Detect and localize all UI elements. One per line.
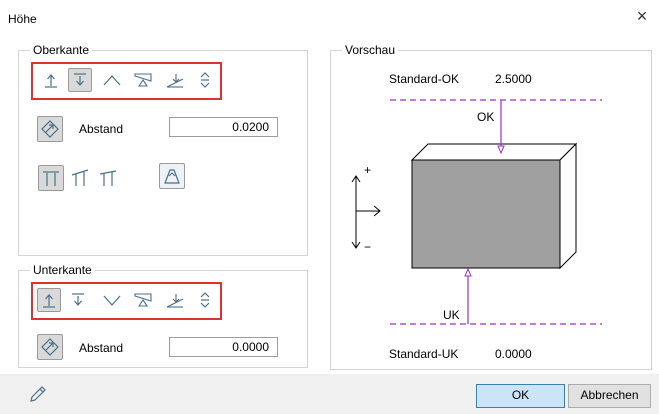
ok-trapezoid-button[interactable] (159, 163, 185, 189)
ok-wall-top-button[interactable] (131, 68, 155, 92)
uk-triangle-down-button[interactable] (100, 288, 124, 312)
standard-uk-label: Standard-UK (389, 347, 459, 361)
ok-abstand-label: Abstand (79, 122, 124, 136)
plus-direction-label: + (364, 163, 372, 177)
ok-roof-flat-button[interactable] (38, 165, 64, 191)
uk-slope-button[interactable] (163, 288, 187, 312)
ok-updown-button[interactable] (193, 68, 217, 92)
ok-roof-eave-button[interactable] (95, 165, 121, 191)
uk-align-bottom-button[interactable] (66, 288, 90, 312)
uk-updown-button[interactable] (193, 288, 217, 312)
uk-abstand-input[interactable]: 0.0000 (169, 337, 278, 357)
unterkante-legend: Unterkante (30, 263, 95, 277)
dialog-title: Höhe (8, 12, 37, 26)
close-icon[interactable]: × (631, 6, 653, 28)
uk-wall-top-button[interactable] (131, 288, 155, 312)
ok-slope-button[interactable] (163, 68, 187, 92)
standard-ok-label: Standard-OK (389, 72, 460, 86)
ok-marker-label: OK (477, 110, 495, 124)
uk-align-top-button[interactable] (37, 288, 61, 312)
ok-roof-pitch-button[interactable] (67, 165, 93, 191)
oberkante-legend: Oberkante (30, 43, 93, 57)
ok-triangle-up-button[interactable] (100, 68, 124, 92)
uk-arrow (464, 267, 472, 277)
ok-abstand-pick-button[interactable] (37, 116, 63, 142)
uk-abstand-pick-button[interactable] (37, 334, 63, 360)
block-side-face (559, 142, 577, 270)
minus-direction-label: − (364, 240, 372, 254)
ok-align-bottom-button[interactable] (68, 68, 92, 92)
block-top-face (410, 143, 578, 161)
ok-align-top-button[interactable] (39, 68, 63, 92)
preview-drawing (351, 99, 602, 325)
uk-abstand-label: Abstand (79, 341, 124, 355)
block-front-face (411, 159, 561, 269)
ok-button[interactable]: OK (476, 384, 565, 408)
standard-uk-value: 0.0000 (495, 347, 532, 361)
uk-marker-label: UK (443, 308, 460, 322)
eyedropper-icon[interactable] (28, 384, 48, 404)
cancel-button[interactable]: Abbrechen (568, 384, 651, 408)
ok-abstand-input[interactable]: 0.0200 (169, 117, 278, 137)
vorschau-legend: Vorschau (342, 43, 399, 57)
standard-ok-value: 2.5000 (495, 72, 532, 86)
